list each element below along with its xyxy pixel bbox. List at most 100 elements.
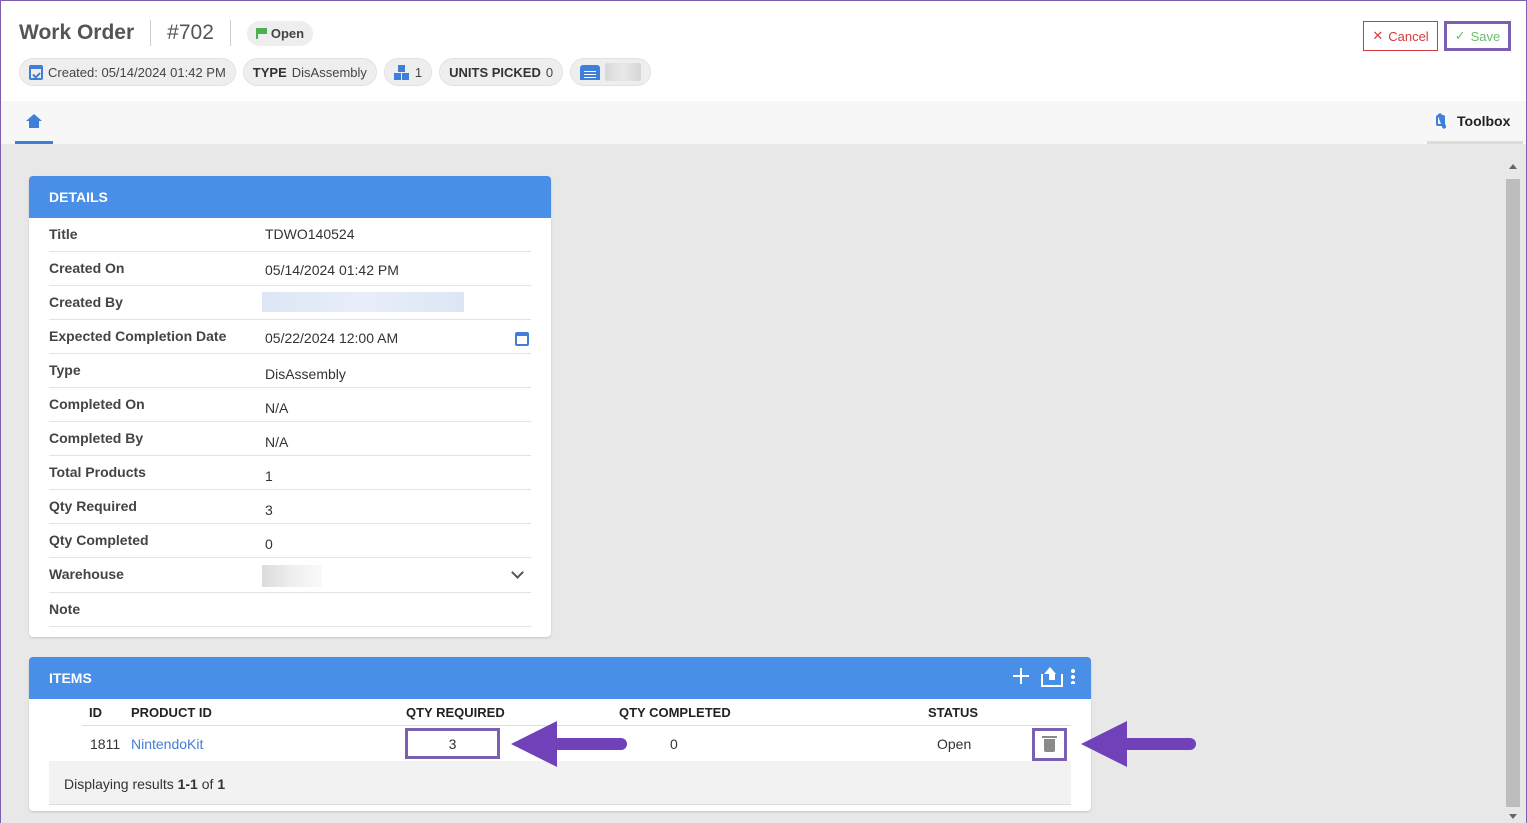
check-icon: ✓ — [1454, 28, 1466, 43]
detail-value: 0 — [265, 536, 273, 552]
detail-value: DisAssembly — [265, 366, 346, 382]
column-header-qty-completed[interactable]: QTY COMPLETED — [619, 705, 731, 720]
table-footer: Displaying results 1-1 of 1 — [49, 761, 1071, 805]
page-title: Work Order — [19, 20, 135, 44]
detail-label: Title — [49, 226, 78, 242]
created-chip: Created: 05/14/2024 01:42 PM — [19, 58, 236, 86]
detail-row-completed-by: Completed By N/A — [49, 422, 531, 456]
annotation-arrow-qty — [511, 721, 627, 767]
add-icon[interactable] — [1013, 668, 1029, 684]
delete-button[interactable] — [1032, 728, 1067, 761]
trash-icon — [1042, 736, 1057, 752]
cancel-label: Cancel — [1388, 28, 1429, 44]
detail-label: Total Products — [49, 464, 146, 480]
cell-qty-completed: 0 — [670, 736, 678, 752]
tab-bar: Toolbox — [1, 101, 1526, 144]
detail-label: Qty Completed — [49, 532, 149, 548]
product-link[interactable]: NintendoKit — [131, 736, 203, 752]
detail-row-warehouse[interactable]: Warehouse — [49, 558, 531, 593]
units-picked-value: 0 — [545, 64, 554, 80]
cancel-button[interactable]: ✕ Cancel — [1363, 21, 1438, 51]
items-actions — [1013, 667, 1075, 687]
column-header-status[interactable]: STATUS — [928, 705, 978, 720]
detail-row-type: Type DisAssembly — [49, 354, 531, 388]
detail-label: Created By — [49, 294, 123, 310]
home-icon — [26, 114, 42, 128]
details-header: DETAILS — [29, 176, 551, 218]
pagination-of: of — [201, 776, 214, 792]
more-vert-icon[interactable] — [1071, 668, 1075, 684]
toolbox-icon — [1435, 113, 1449, 129]
type-chip: TYPE DisAssembly — [242, 58, 377, 86]
detail-value: TDWO140524 — [265, 226, 355, 242]
detail-value: 3 — [265, 502, 273, 518]
redacted-warehouse — [605, 63, 642, 81]
detail-value: N/A — [265, 400, 289, 416]
annotation-arrow-delete — [1081, 721, 1196, 767]
detail-row-total-products: Total Products 1 — [49, 456, 531, 490]
arrow-shaft — [1121, 738, 1196, 750]
expected-completion-input[interactable]: 05/22/2024 12:00 AM — [265, 330, 398, 346]
detail-label: Note — [49, 601, 81, 617]
created-chip-text: Created: 05/14/2024 01:42 PM — [48, 64, 226, 80]
boxes-icon — [393, 64, 410, 80]
detail-label: Completed On — [49, 396, 145, 412]
cell-status: Open — [937, 736, 972, 752]
column-header-id[interactable]: ID — [89, 705, 102, 720]
pagination-prefix: Displaying results — [64, 776, 174, 792]
detail-label: Expected Completion Date — [49, 328, 227, 344]
summary-chips: Created: 05/14/2024 01:42 PM TYPE DisAss… — [19, 58, 652, 86]
status-badge: Open — [246, 21, 314, 46]
close-icon: ✕ — [1372, 28, 1384, 43]
units-picked-chip: UNITS PICKED 0 — [439, 58, 564, 86]
detail-label: Type — [49, 362, 81, 378]
detail-row-qty-required: Qty Required 3 — [49, 490, 531, 524]
products-chip: 1 — [383, 58, 433, 86]
products-chip-count: 1 — [414, 64, 423, 80]
type-chip-label: TYPE — [252, 64, 287, 80]
title-divider — [150, 19, 152, 46]
items-header: ITEMS — [29, 657, 1091, 699]
detail-row-expected-completion: Expected Completion Date 05/22/2024 12:0… — [49, 320, 531, 354]
column-header-qty-required[interactable]: QTY REQUIRED — [406, 705, 505, 720]
arrow-shaft — [551, 738, 627, 750]
type-chip-value: DisAssembly — [291, 64, 367, 80]
tab-toolbox[interactable]: Toolbox — [1427, 101, 1523, 144]
work-order-number: #702 — [167, 20, 214, 44]
redacted-warehouse-select[interactable] — [262, 565, 322, 587]
vertical-scrollbar[interactable] — [1506, 161, 1520, 821]
detail-label: Warehouse — [49, 566, 124, 582]
pagination-summary: Displaying results 1-1 of 1 — [64, 776, 225, 792]
scroll-thumb[interactable] — [1506, 179, 1520, 807]
detail-label: Created On — [49, 260, 125, 276]
cell-id: 1811 — [90, 736, 121, 752]
title-divider — [229, 19, 231, 46]
save-button[interactable]: ✓ Save — [1444, 21, 1511, 51]
scroll-down-icon[interactable] — [1509, 814, 1517, 819]
flag-icon — [255, 28, 267, 39]
detail-label: Completed By — [49, 430, 144, 446]
items-heading: ITEMS — [49, 670, 92, 686]
chevron-down-icon[interactable] — [511, 566, 524, 579]
detail-value: 05/14/2024 01:42 PM — [265, 262, 399, 278]
scroll-up-icon[interactable] — [1509, 164, 1517, 169]
pagination-range: 1-1 — [177, 776, 198, 792]
detail-value: N/A — [265, 434, 289, 450]
tab-home[interactable] — [15, 101, 53, 144]
title-row: Work Order #702 Open — [19, 19, 314, 46]
detail-value: 1 — [265, 468, 273, 484]
save-label: Save — [1470, 28, 1501, 44]
calendar-icon[interactable] — [515, 332, 529, 346]
pagination-total: 1 — [217, 776, 226, 792]
calendar-check-icon — [29, 64, 43, 80]
detail-row-title: Title TDWO140524 — [49, 218, 531, 252]
detail-row-completed-on: Completed On N/A — [49, 388, 531, 422]
column-header-product-id[interactable]: PRODUCT ID — [131, 705, 212, 720]
upload-icon[interactable] — [1041, 667, 1063, 687]
redacted-created-by — [262, 292, 464, 312]
qty-required-input[interactable]: 3 — [405, 728, 500, 759]
status-text: Open — [270, 26, 305, 41]
units-picked-label: UNITS PICKED — [449, 64, 541, 80]
toolbox-label: Toolbox — [1457, 113, 1511, 129]
warehouse-icon — [580, 64, 601, 80]
